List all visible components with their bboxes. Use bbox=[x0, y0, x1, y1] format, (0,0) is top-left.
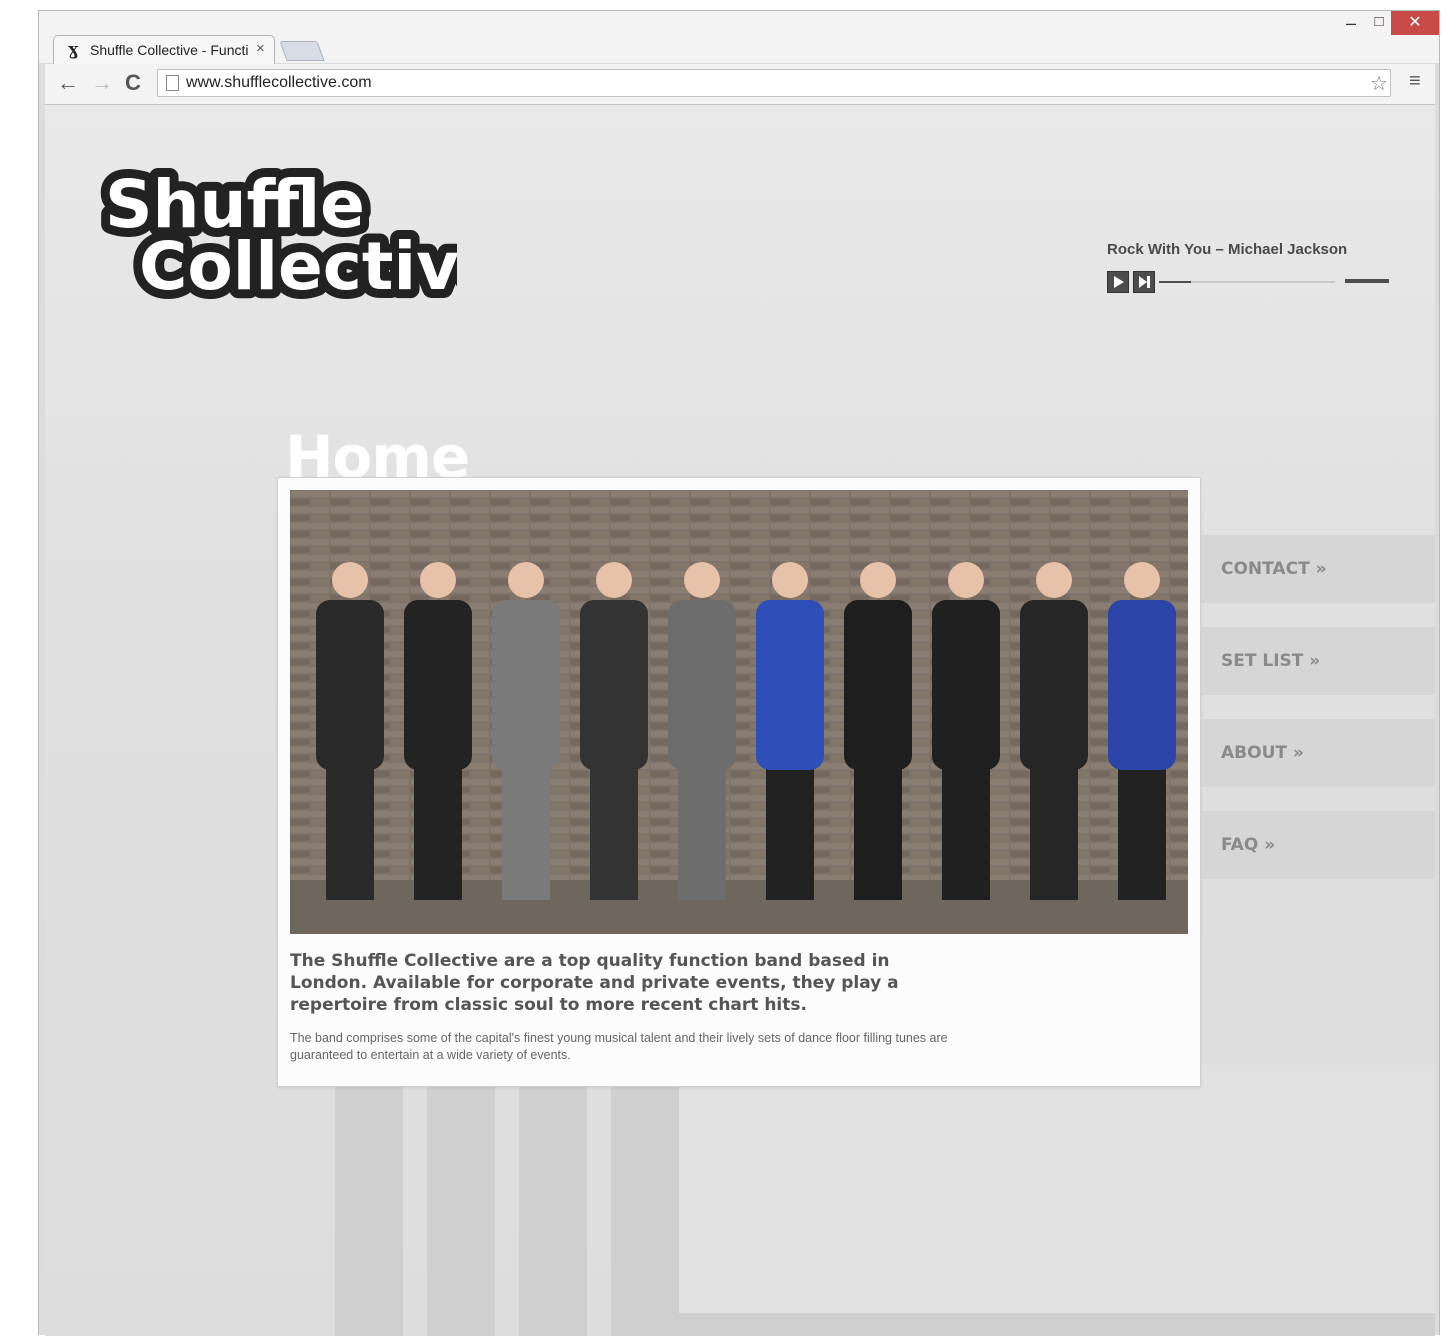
minimize-button[interactable]: ‒ bbox=[1337, 13, 1365, 35]
maximize-button[interactable]: □ bbox=[1365, 13, 1393, 35]
site-logo[interactable]: Shuffle Collective Shuffle Collective bbox=[97, 155, 457, 305]
band-member bbox=[756, 562, 824, 900]
progress-slider[interactable] bbox=[1159, 281, 1335, 283]
tab-close-icon[interactable]: × bbox=[256, 40, 265, 57]
browser-menu-icon[interactable]: ≡ bbox=[1409, 70, 1421, 93]
nav-contact[interactable]: CONTACT » bbox=[1201, 535, 1435, 603]
music-player: Rock With You – Michael Jackson bbox=[1107, 241, 1407, 301]
volume-fill bbox=[1345, 279, 1389, 283]
decorative-stripe bbox=[427, 1065, 495, 1336]
skip-next-icon bbox=[1139, 276, 1150, 288]
site-favicon-icon: ɣ bbox=[68, 40, 79, 60]
logo-line2: Collective bbox=[139, 228, 457, 305]
nav-set-list[interactable]: SET LIST » bbox=[1201, 627, 1435, 695]
band-member bbox=[492, 562, 560, 900]
title-bar: ɣ Shuffle Collective - Functi × ‒ □ ✕ bbox=[39, 11, 1439, 65]
background-panel bbox=[679, 1065, 1435, 1313]
now-playing-title: Rock With You – Michael Jackson bbox=[1107, 241, 1348, 258]
band-member bbox=[580, 562, 648, 900]
play-icon bbox=[1114, 276, 1124, 288]
browser-toolbar: ← → C www.shufflecollective.com ☆ ≡ bbox=[45, 64, 1435, 105]
page-icon bbox=[166, 75, 179, 91]
play-button[interactable] bbox=[1107, 271, 1129, 293]
tab-title: Shuffle Collective - Functi bbox=[90, 42, 248, 58]
url-text[interactable]: www.shufflecollective.com bbox=[186, 74, 372, 92]
band-photo bbox=[290, 490, 1188, 934]
intro-body: The band comprises some of the capital's… bbox=[290, 1031, 948, 1062]
volume-slider[interactable] bbox=[1345, 279, 1389, 283]
band-member bbox=[316, 562, 384, 900]
close-window-button[interactable]: ✕ bbox=[1391, 11, 1439, 35]
browser-tab[interactable]: ɣ Shuffle Collective - Functi × bbox=[53, 35, 275, 65]
intro-lead: The Shuffle Collective are a top quality… bbox=[290, 951, 899, 1015]
nav-faq[interactable]: FAQ » bbox=[1201, 811, 1435, 879]
forward-button[interactable]: → bbox=[91, 70, 113, 96]
band-member bbox=[1020, 562, 1088, 900]
new-tab-button[interactable] bbox=[279, 41, 325, 61]
content-card: The Shuffle Collective are a top quality… bbox=[277, 477, 1201, 1087]
page-viewport: Shuffle Collective Shuffle Collective Ro… bbox=[45, 105, 1435, 1336]
next-track-button[interactable] bbox=[1133, 271, 1155, 293]
bookmark-star-icon[interactable]: ☆ bbox=[1370, 71, 1388, 96]
browser-window: ɣ Shuffle Collective - Functi × ‒ □ ✕ ← … bbox=[38, 10, 1440, 1336]
decorative-stripe bbox=[519, 1065, 587, 1336]
back-button[interactable]: ← bbox=[57, 70, 79, 96]
band-member bbox=[668, 562, 736, 900]
band-member bbox=[404, 562, 472, 900]
band-member bbox=[1108, 562, 1176, 900]
decorative-stripe bbox=[611, 1065, 679, 1336]
reload-button[interactable]: C bbox=[125, 70, 141, 96]
address-bar[interactable]: www.shufflecollective.com ☆ bbox=[157, 69, 1391, 97]
nav-about[interactable]: ABOUT » bbox=[1201, 719, 1435, 787]
band-member bbox=[932, 562, 1000, 900]
decorative-stripe bbox=[611, 1313, 1435, 1336]
decorative-stripe bbox=[335, 1065, 403, 1336]
band-member bbox=[844, 562, 912, 900]
progress-fill bbox=[1159, 281, 1191, 283]
